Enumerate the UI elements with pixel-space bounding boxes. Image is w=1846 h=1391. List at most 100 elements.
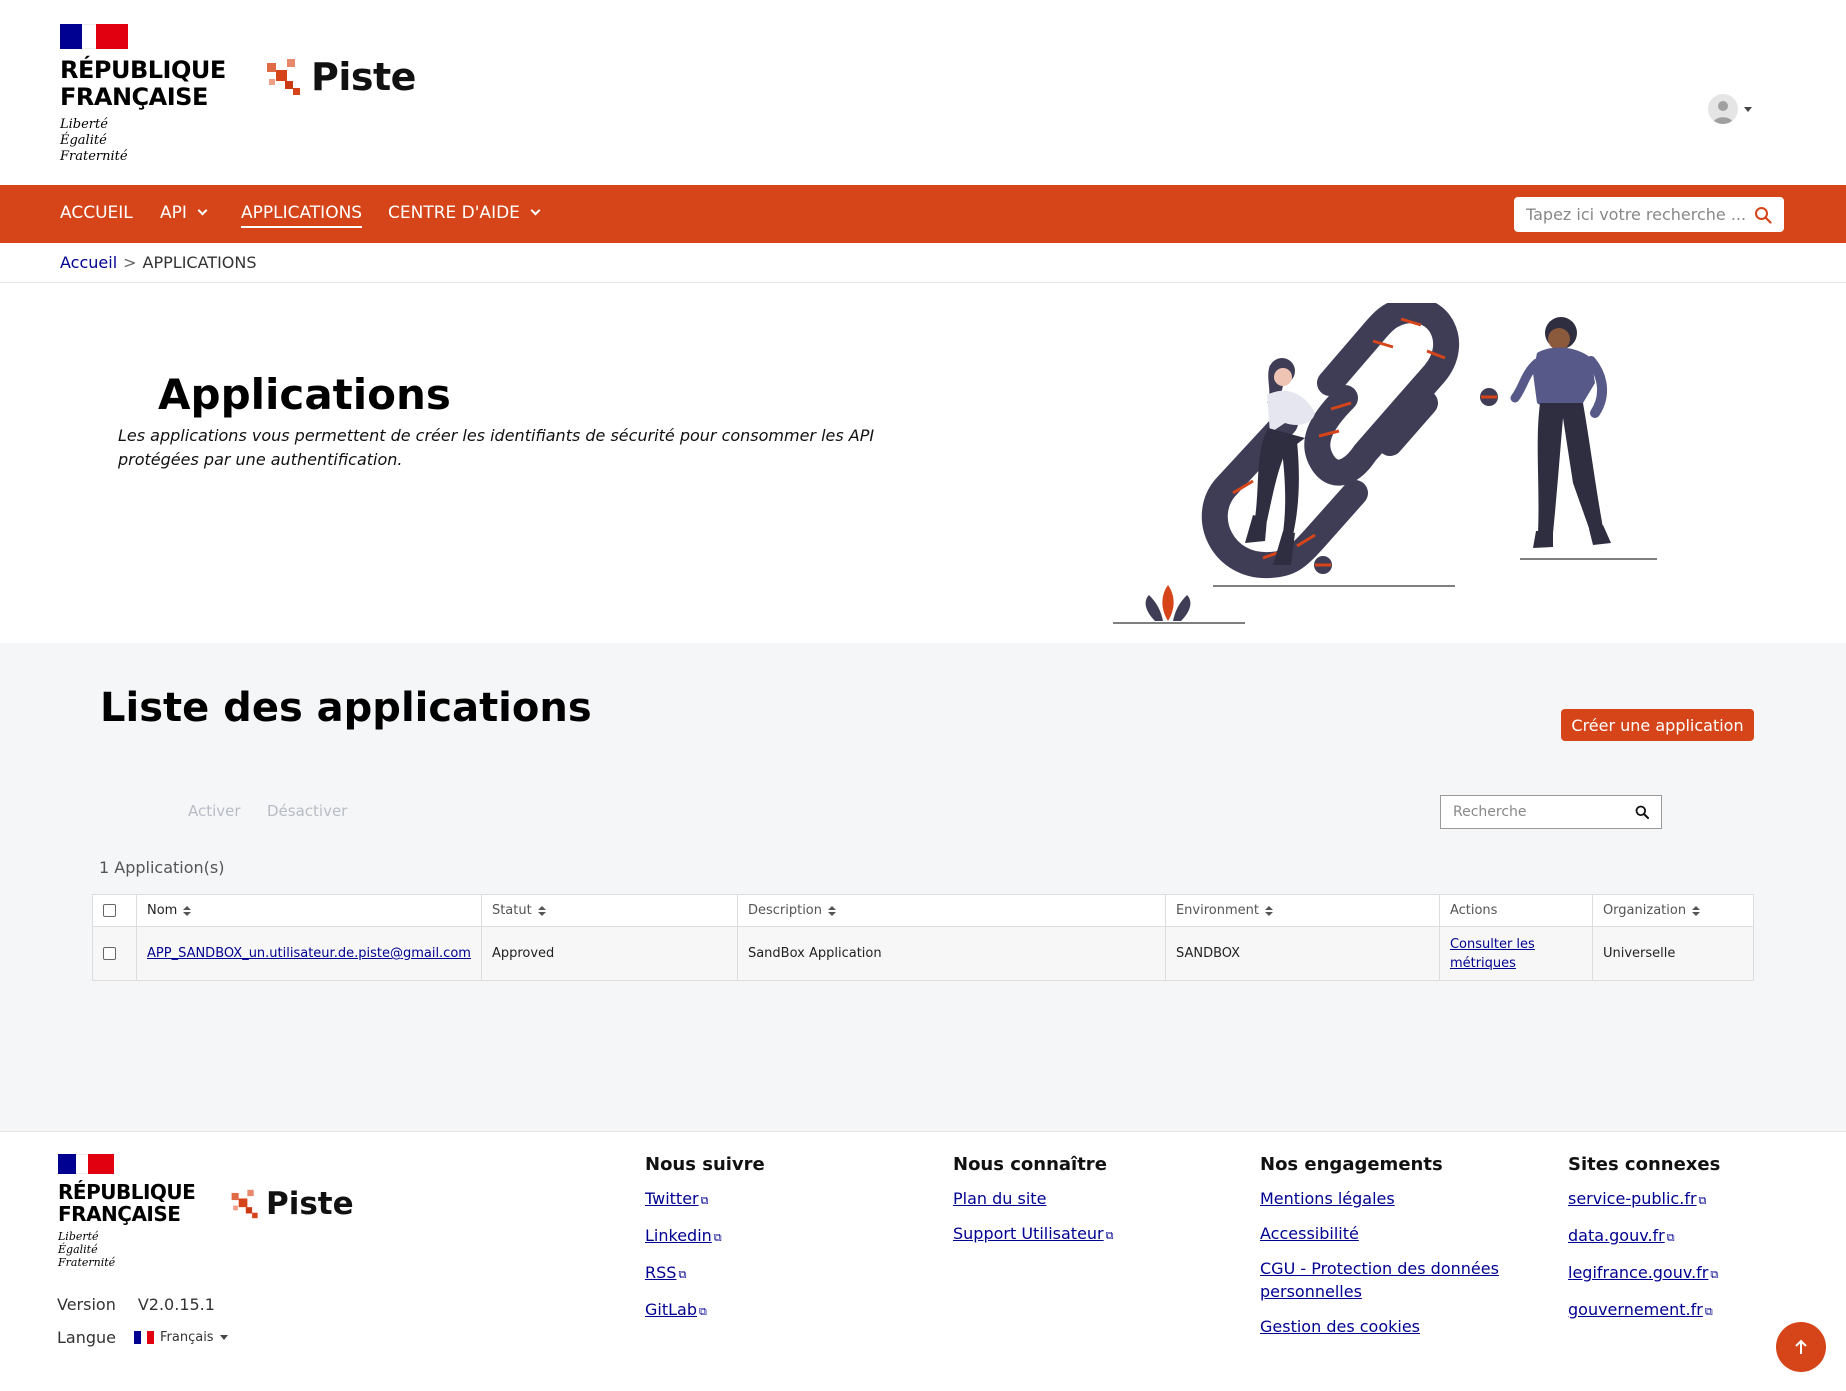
piste-logo-icon	[267, 59, 300, 95]
sort-icon	[1692, 906, 1700, 916]
footer-link-mentions-legales[interactable]: Mentions légales	[1260, 1187, 1520, 1210]
table-header-row: Nom Statut Description Environment Actio…	[92, 894, 1755, 927]
french-flag-icon	[134, 1331, 155, 1344]
external-link-icon: ⧉	[1666, 1231, 1675, 1244]
chevron-down-icon	[530, 205, 541, 216]
language-dropdown[interactable]: Français	[134, 1330, 228, 1345]
table-search	[1440, 795, 1662, 829]
search-icon[interactable]	[1635, 805, 1649, 819]
site-footer: RÉPUBLIQUE FRANÇAISE Liberté Égalité Fra…	[0, 1131, 1846, 1391]
row-checkbox[interactable]	[103, 947, 116, 960]
arrow-up-icon	[1795, 1339, 1807, 1354]
footer-link-gitlab[interactable]: GitLab ⧉	[645, 1298, 765, 1323]
nav-api[interactable]: API	[160, 203, 208, 223]
footer-link-cgu[interactable]: CGU - Protection des données personnelle…	[1260, 1257, 1520, 1303]
version-value: V2.0.15.1	[137, 1295, 215, 1314]
footer-col-nous-suivre: Nous suivre Twitter ⧉ Linkedin ⧉ RSS ⧉ GitL…	[645, 1154, 765, 1335]
external-link-icon: ⧉	[1710, 1268, 1719, 1281]
select-all-checkbox[interactable]	[103, 904, 116, 917]
header-statut[interactable]: Statut	[480, 894, 738, 927]
header-organization-label: Organization	[1602, 903, 1687, 918]
application-count: 1 Application(s)	[99, 858, 225, 877]
footer-republic-motto: Liberté Égalité Fraternité	[58, 1230, 116, 1269]
footer-link-linkedin[interactable]: Linkedin ⧉	[645, 1224, 765, 1249]
nav-applications[interactable]: APPLICATIONS	[241, 203, 363, 228]
main-navigation: ACCUEIL API APPLICATIONS CENTRE D'AIDE	[0, 185, 1846, 243]
site-search	[1514, 197, 1784, 232]
footer-link-rss[interactable]: RSS ⧉	[645, 1261, 765, 1286]
table-search-input[interactable]	[1453, 804, 1635, 820]
breadcrumb-home-link[interactable]: Accueil	[60, 253, 117, 272]
row-organization: Universelle	[1591, 926, 1755, 981]
version-label: Version	[57, 1295, 116, 1314]
back-to-top-button[interactable]	[1776, 1322, 1826, 1372]
republic-name: RÉPUBLIQUE FRANÇAISE	[60, 56, 226, 111]
external-link-icon: ⧉	[1105, 1229, 1114, 1242]
nav-accueil[interactable]: ACCUEIL	[60, 203, 133, 223]
nav-accueil-label: ACCUEIL	[60, 203, 133, 223]
footer-link-twitter[interactable]: Twitter ⧉	[645, 1187, 765, 1212]
activate-button[interactable]: Activer	[188, 802, 241, 820]
header-environment-label: Environment	[1175, 903, 1259, 918]
republique-francaise-logo[interactable]: RÉPUBLIQUE FRANÇAISE Liberté Égalité Fra…	[60, 24, 226, 165]
row-status: Approved	[480, 926, 738, 981]
row-select-cell	[92, 926, 137, 981]
sort-icon	[183, 906, 191, 916]
footer-link-support[interactable]: Support Utilisateur ⧉	[953, 1222, 1114, 1247]
application-name-link[interactable]: APP_SANDBOX_un.utilisateur.de.piste@gmai…	[147, 946, 471, 961]
footer-link-plan-du-site[interactable]: Plan du site	[953, 1187, 1114, 1210]
footer-col-title: Nous connaître	[953, 1154, 1107, 1175]
row-name-cell: APP_SANDBOX_un.utilisateur.de.piste@gmai…	[136, 926, 482, 981]
footer-link-service-public[interactable]: service-public.fr ⧉	[1568, 1187, 1720, 1212]
footer-piste-logo[interactable]: Piste	[230, 1186, 354, 1222]
header-organization[interactable]: Organization	[1591, 894, 1755, 927]
footer-link-legifrance[interactable]: legifrance.gouv.fr ⧉	[1568, 1261, 1720, 1286]
footer-republique-logo[interactable]: RÉPUBLIQUE FRANÇAISE Liberté Égalité Fra…	[58, 1154, 196, 1269]
metrics-link[interactable]: Consulter les métriques	[1450, 937, 1535, 971]
header-actions-label: Actions	[1449, 903, 1498, 918]
create-application-button[interactable]: Créer une application	[1561, 709, 1754, 741]
row-environment: SANDBOX	[1164, 926, 1440, 981]
sort-icon	[828, 906, 836, 916]
deactivate-button[interactable]: Désactiver	[267, 802, 347, 820]
sort-icon	[538, 906, 546, 916]
footer-col-title: Sites connexes	[1568, 1154, 1721, 1175]
header-actions: Actions	[1438, 894, 1593, 927]
header-description-label: Description	[747, 903, 822, 918]
marianne-flag-icon	[58, 1154, 114, 1174]
footer-republic-name: RÉPUBLIQUE FRANÇAISE	[58, 1180, 196, 1226]
header-description[interactable]: Description	[736, 894, 1166, 927]
page-description: Les applications vous permettent de crée…	[118, 426, 875, 469]
row-description: SandBox Application	[736, 926, 1166, 981]
list-title: Liste des applications	[100, 685, 592, 731]
header-environment[interactable]: Environment	[1164, 894, 1440, 927]
footer-link-gouvernement[interactable]: gouvernement.fr ⧉	[1568, 1298, 1720, 1323]
user-menu[interactable]	[1708, 94, 1752, 124]
piste-brand-name: Piste	[311, 55, 416, 99]
breadcrumb-separator: >	[123, 253, 137, 272]
piste-logo[interactable]: Piste	[265, 55, 416, 99]
nav-applications-label: APPLICATIONS	[241, 203, 363, 223]
footer-brand-name: Piste	[266, 1186, 354, 1222]
external-link-icon: ⧉	[1698, 1194, 1707, 1207]
search-icon[interactable]	[1754, 206, 1772, 224]
user-avatar-icon	[1708, 94, 1738, 124]
marianne-flag-icon	[60, 24, 128, 49]
table-row: APP_SANDBOX_un.utilisateur.de.piste@gmai…	[92, 926, 1755, 981]
republic-motto: Liberté Égalité Fraternité	[60, 117, 128, 164]
footer-link-accessibilite[interactable]: Accessibilité	[1260, 1222, 1520, 1245]
nav-centre-aide[interactable]: CENTRE D'AIDE	[388, 203, 541, 223]
footer-col-sites-connexes: Sites connexes service-public.fr ⧉ data.g…	[1568, 1154, 1720, 1335]
external-link-icon: ⧉	[700, 1194, 709, 1207]
row-actions-cell: Consulter les métriques	[1438, 926, 1593, 981]
header-statut-label: Statut	[491, 903, 532, 918]
header-select-all[interactable]	[92, 894, 137, 927]
nav-centre-aide-label: CENTRE D'AIDE	[388, 203, 520, 223]
footer-link-data-gouv[interactable]: data.gouv.fr ⧉	[1568, 1224, 1720, 1249]
chain-link-illustration	[1113, 303, 1657, 624]
external-link-icon: ⧉	[699, 1305, 707, 1318]
header-nom[interactable]: Nom	[136, 894, 482, 927]
caret-down-icon	[219, 1335, 228, 1340]
footer-link-cookies[interactable]: Gestion des cookies	[1260, 1315, 1520, 1338]
site-search-input[interactable]	[1526, 205, 1754, 224]
